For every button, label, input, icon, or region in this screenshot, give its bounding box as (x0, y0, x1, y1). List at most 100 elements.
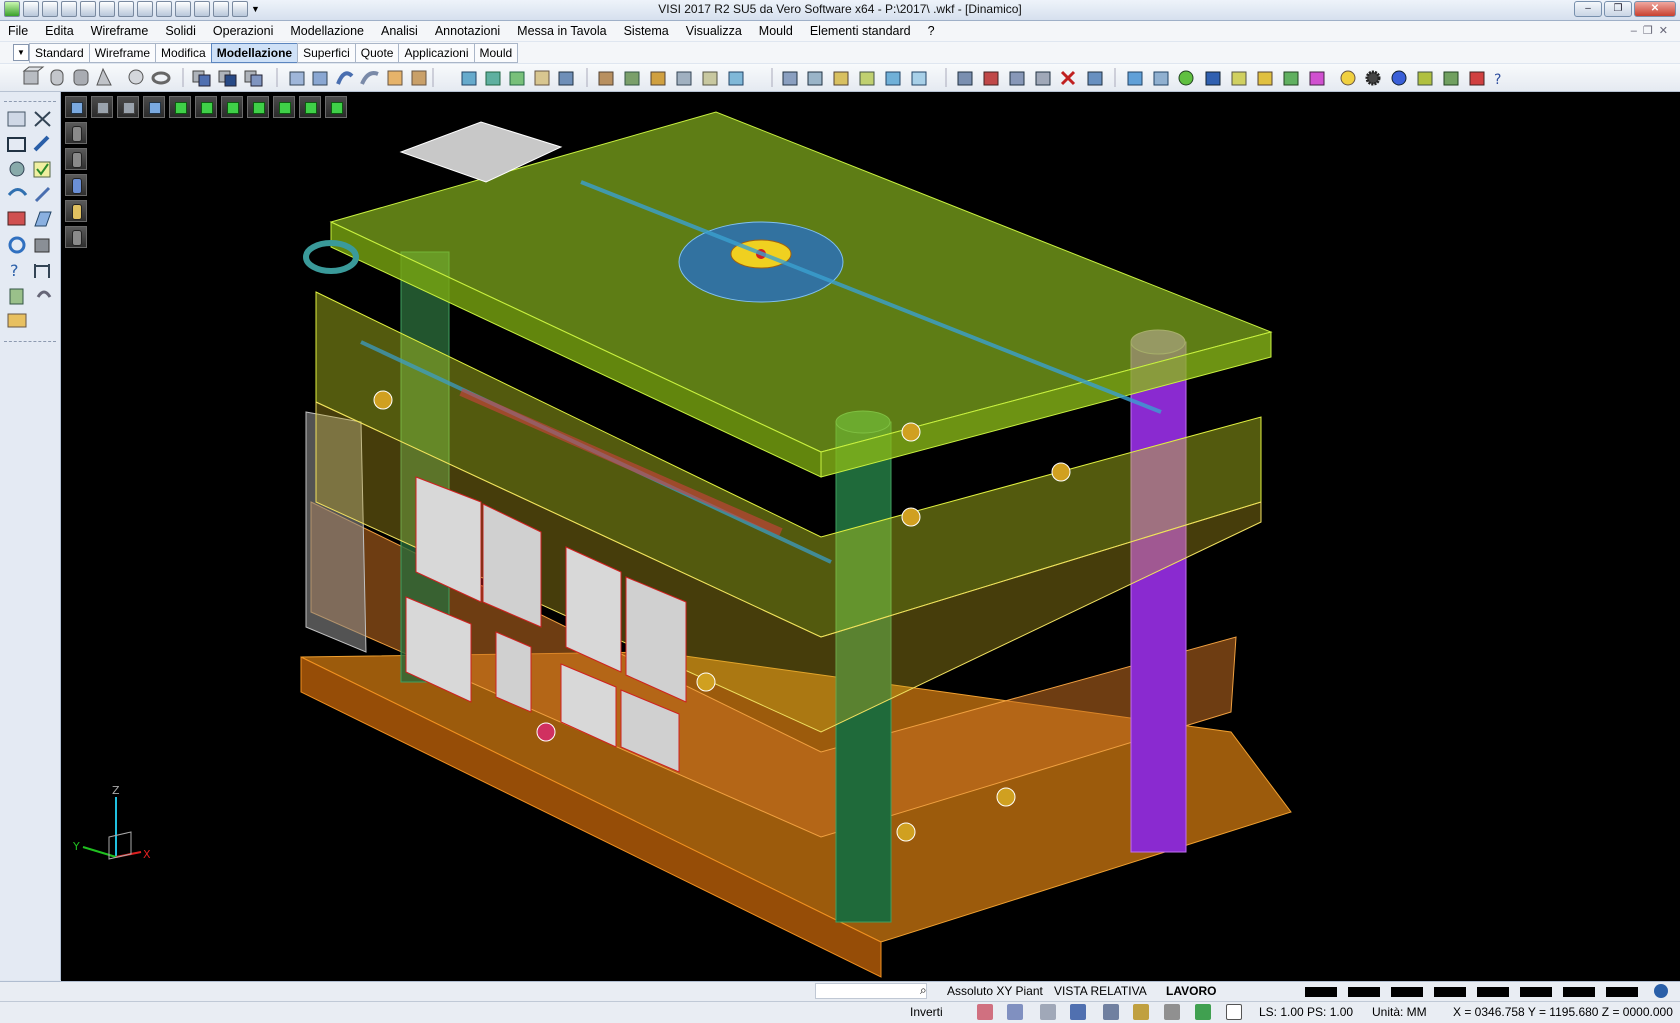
analysis-icon-2 (983, 71, 999, 86)
mdi-window-controls[interactable]: –❐✕ (1631, 24, 1674, 37)
mould-icon-6 (1257, 71, 1273, 86)
menu-annotazioni[interactable]: Annotazioni (427, 24, 509, 38)
help-query-icon: ? (10, 261, 19, 280)
view-mode-label[interactable]: VISTA RELATIVA (1054, 984, 1147, 998)
fillet-icon (461, 71, 477, 86)
view-cube-bottom-icon[interactable] (299, 96, 321, 118)
view-cube-iso-icon[interactable] (247, 96, 269, 118)
status-icon-network[interactable] (1103, 1004, 1119, 1020)
status-icon-help[interactable] (1070, 1004, 1086, 1020)
menu-messa-in-tavola[interactable]: Messa in Tavola (509, 24, 615, 38)
view-frame-icon[interactable] (91, 96, 113, 118)
status-bar-bottom: Inverti LS: 1.00 PS: 1.00 Unità: MM X = … (0, 1001, 1680, 1023)
color-swatch[interactable] (1305, 987, 1337, 997)
menu-visualizza[interactable]: Visualizza (678, 24, 751, 38)
left-panel-icons: ? (7, 111, 52, 328)
tab-quote[interactable]: Quote (354, 43, 399, 63)
menu-edita[interactable]: Edita (37, 24, 83, 38)
tab-dropdown-button[interactable]: ▼ (13, 44, 29, 61)
color-swatch[interactable] (1606, 987, 1638, 997)
sweep-icon (336, 71, 354, 85)
menu-operazioni[interactable]: Operazioni (205, 24, 282, 38)
tab-applicazioni[interactable]: Applicazioni (398, 43, 474, 63)
status-icon-cube[interactable] (1133, 1004, 1149, 1020)
maximize-button[interactable]: ❐ (1604, 1, 1632, 17)
modify-icon-4 (859, 71, 875, 86)
window-title: VISI 2017 R2 SU5 da Vero Software x64 - … (658, 2, 1022, 16)
loft-icon (360, 71, 379, 85)
display-mode-hidden-icon[interactable] (65, 148, 87, 170)
plane-icon (34, 211, 52, 227)
color-swatch[interactable] (1391, 987, 1423, 997)
status-icon-refresh[interactable] (1195, 1004, 1211, 1020)
status-icon-grid[interactable] (1226, 1004, 1242, 1020)
tab-modellazione[interactable]: Modellazione (210, 43, 298, 63)
tab-wireframe[interactable]: Wireframe (88, 43, 156, 63)
menu-sistema[interactable]: Sistema (616, 24, 678, 38)
workspace-label[interactable]: LAVORO (1166, 984, 1216, 998)
status-icon-filter[interactable] (977, 1004, 993, 1020)
menu-modellazione[interactable]: Modellazione (282, 24, 373, 38)
color-swatch[interactable] (1348, 987, 1380, 997)
globe-icon[interactable] (1654, 984, 1668, 998)
invert-button[interactable]: Inverti (910, 1005, 943, 1019)
status-bar-top: ⌕ Assoluto XY Piant VISTA RELATIVA LAVOR… (0, 981, 1680, 1001)
tools-icon-3 (650, 71, 666, 86)
menu-mould[interactable]: Mould (751, 24, 802, 38)
cone-icon (96, 67, 112, 86)
color-swatch[interactable] (1520, 987, 1552, 997)
tab-modifica[interactable]: Modifica (155, 43, 211, 63)
modellazione-toolbar: ? (0, 64, 1680, 92)
menu-solidi[interactable]: Solidi (157, 24, 205, 38)
boolean-intersect-icon (244, 70, 263, 87)
delete-icon (1060, 70, 1076, 86)
tab-superfici[interactable]: Superfici (297, 43, 355, 63)
menu-elementi-standard[interactable]: Elementi standard (802, 24, 920, 38)
axis-y-label: Y (72, 840, 80, 853)
tab-standard[interactable]: Standard (29, 43, 89, 63)
view-zoom-icon[interactable] (117, 96, 139, 118)
minimize-button[interactable]: – (1574, 1, 1602, 17)
menu-file[interactable]: File (0, 24, 37, 38)
view-cube-top-icon[interactable] (169, 96, 191, 118)
rotate-icon (8, 236, 26, 254)
status-icon-settings[interactable] (1040, 1004, 1056, 1020)
analysis-icon-5 (1087, 71, 1103, 86)
menu-help[interactable]: ? (920, 24, 944, 38)
tools-icon-6 (728, 71, 744, 86)
modify-icon-2 (807, 71, 823, 86)
display-mode-transparent-icon[interactable] (65, 200, 87, 222)
color-swatch[interactable] (1477, 987, 1509, 997)
status-icon-pointer[interactable] (1007, 1004, 1023, 1020)
view-menu-icon[interactable] (65, 96, 87, 118)
color-swatch[interactable] (1434, 987, 1466, 997)
shell-icon (387, 70, 403, 86)
gear-icon (1365, 70, 1381, 86)
title-bar: ▼ VISI 2017 R2 SU5 da Vero Software x64 … (0, 0, 1680, 21)
tab-mould[interactable]: Mould (473, 43, 519, 63)
purple-guide-pillar (1130, 341, 1187, 853)
mould-icon-2 (1153, 71, 1169, 86)
view-cube-back-icon[interactable] (273, 96, 295, 118)
status-search-input[interactable] (815, 983, 927, 999)
svg-text:?: ? (10, 261, 19, 280)
tools-icon-5 (702, 71, 718, 86)
modify-icon-3 (833, 71, 849, 86)
status-icon-list[interactable] (1164, 1004, 1180, 1020)
view-cube-side-icon[interactable] (221, 96, 243, 118)
3d-viewport[interactable]: Z X Y (61, 92, 1680, 981)
display-mode-wire-icon[interactable] (65, 122, 87, 144)
axis-z-label: Z (112, 784, 120, 797)
close-button[interactable]: ✕ (1634, 1, 1676, 17)
menu-wireframe[interactable]: Wireframe (83, 24, 158, 38)
draft-icon (509, 71, 525, 86)
view-cube-shaded-icon[interactable] (325, 96, 347, 118)
search-icon[interactable]: ⌕ (920, 983, 927, 998)
display-mode-trash-icon[interactable] (65, 226, 87, 248)
display-mode-shaded-icon[interactable] (65, 174, 87, 196)
menu-analisi[interactable]: Analisi (373, 24, 427, 38)
view-rotate-icon[interactable] (143, 96, 165, 118)
coord-mode-label[interactable]: Assoluto XY Piant (947, 984, 1043, 998)
color-swatch[interactable] (1563, 987, 1595, 997)
view-cube-front-icon[interactable] (195, 96, 217, 118)
